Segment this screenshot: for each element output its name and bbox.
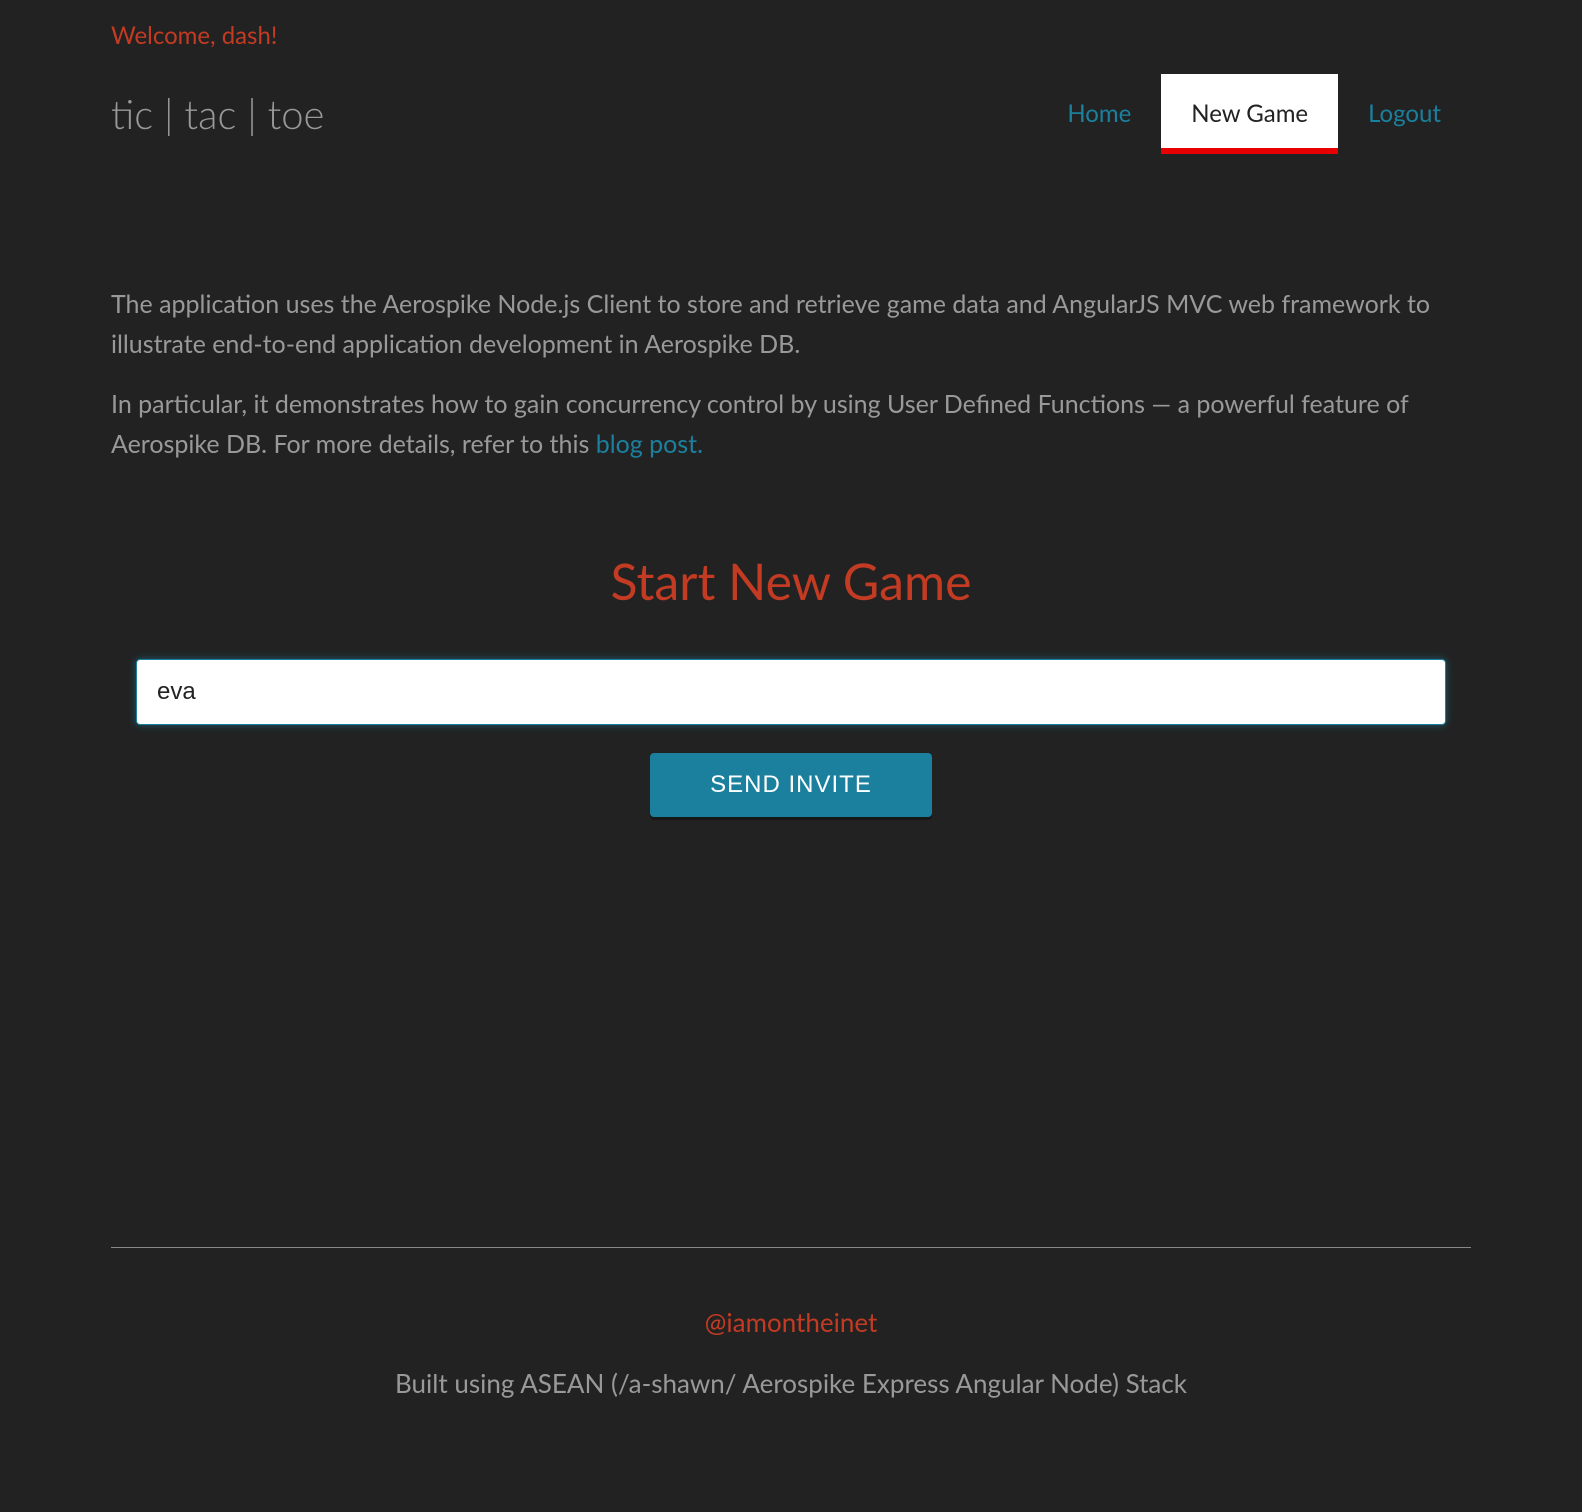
button-wrapper: SEND INVITE (136, 753, 1446, 817)
main-nav: Home New Game Logout (1037, 74, 1471, 154)
description-text: In particular, it demonstrates how to ga… (111, 389, 1408, 459)
description-paragraph-2: In particular, it demonstrates how to ga… (111, 384, 1471, 464)
welcome-message: Welcome, dash! (111, 18, 1471, 54)
header-row: tic | tac | toe Home New Game Logout (111, 74, 1471, 154)
section-title: Start New Game (111, 544, 1471, 619)
nav-home[interactable]: Home (1037, 74, 1161, 154)
footer-stack-text: Built using ASEAN (/a-shawn/ Aerospike E… (111, 1364, 1471, 1403)
footer-divider (111, 1247, 1471, 1248)
header: Welcome, dash! tic | tac | toe Home New … (111, 0, 1471, 154)
invite-form: SEND INVITE (111, 659, 1471, 817)
nav-logout[interactable]: Logout (1338, 74, 1471, 154)
main-content: The application uses the Aerospike Node.… (111, 284, 1471, 817)
blog-post-link[interactable]: blog post. (596, 429, 703, 459)
description-paragraph-1: The application uses the Aerospike Node.… (111, 284, 1471, 364)
username-input[interactable] (136, 659, 1446, 725)
send-invite-button[interactable]: SEND INVITE (650, 753, 932, 817)
footer: @iamontheinet Built using ASEAN (/a-shaw… (111, 1247, 1471, 1443)
footer-content: @iamontheinet Built using ASEAN (/a-shaw… (111, 1303, 1471, 1403)
footer-handle-link[interactable]: @iamontheinet (111, 1303, 1471, 1342)
nav-new-game[interactable]: New Game (1161, 74, 1338, 154)
logo: tic | tac | toe (111, 84, 324, 144)
